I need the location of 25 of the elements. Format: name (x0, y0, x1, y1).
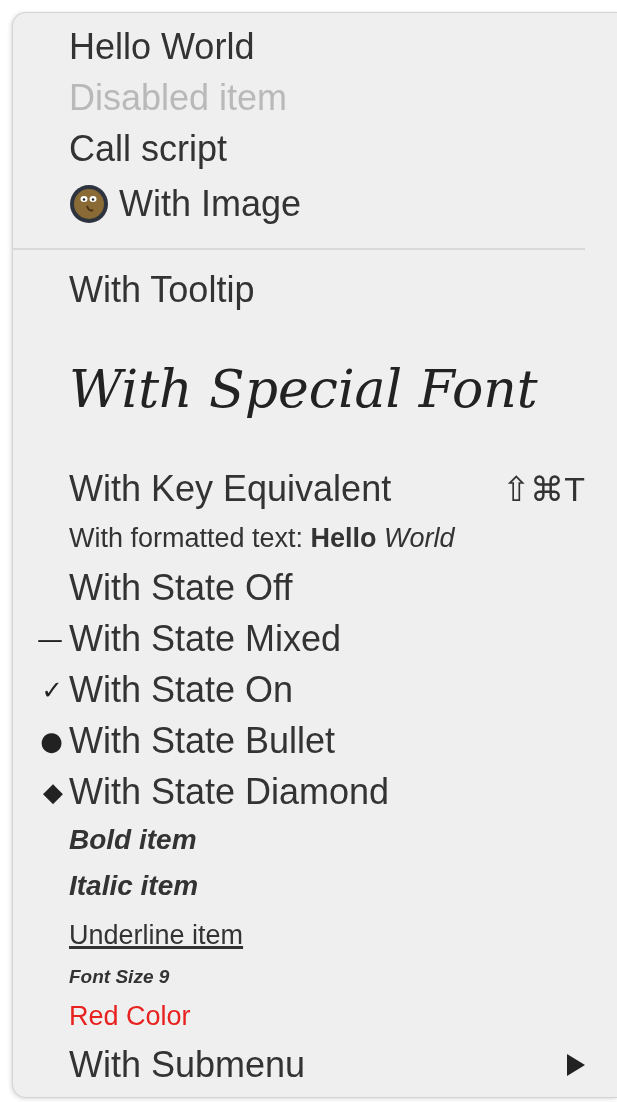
submenu-arrow-icon (567, 1053, 585, 1076)
shortcut-label: ⇧⌘T (502, 468, 585, 509)
menu-item[interactable]: With formatted text: Hello World (13, 514, 585, 562)
menu-item[interactable]: Italic item (13, 863, 585, 909)
state-mark: — (37, 625, 63, 652)
state-mark: ✓ (41, 676, 63, 703)
menu-item[interactable]: — With State Mixed (13, 613, 585, 664)
menu-item[interactable]: ◆ With State Diamond (13, 766, 585, 817)
creature-icon (69, 184, 109, 224)
menu-item[interactable]: With State Off (13, 562, 585, 613)
menu-item[interactable]: Red Color (13, 993, 585, 1039)
menu-item[interactable]: ✓ With State On (13, 664, 585, 715)
menu-item[interactable]: Underline item (13, 909, 585, 961)
menu-item[interactable]: With Tooltip (13, 264, 585, 315)
menu-item[interactable]: With Submenu (13, 1039, 585, 1090)
menu-item[interactable]: ● With State Bullet (13, 715, 585, 766)
menu-item[interactable]: Font Size 9 (13, 961, 585, 993)
menu-item[interactable]: Bold item (13, 817, 585, 863)
menu-item[interactable]: With Special Font (13, 315, 585, 463)
menu-item[interactable]: Call script (13, 123, 585, 174)
state-mark: ● (40, 727, 63, 754)
state-mark: ◆ (43, 778, 63, 805)
menu-item[interactable]: Hello World (13, 21, 585, 72)
menu-item[interactable]: With Image (13, 174, 585, 234)
menu-item[interactable]: With Key Equivalent ⇧⌘T (13, 463, 585, 514)
